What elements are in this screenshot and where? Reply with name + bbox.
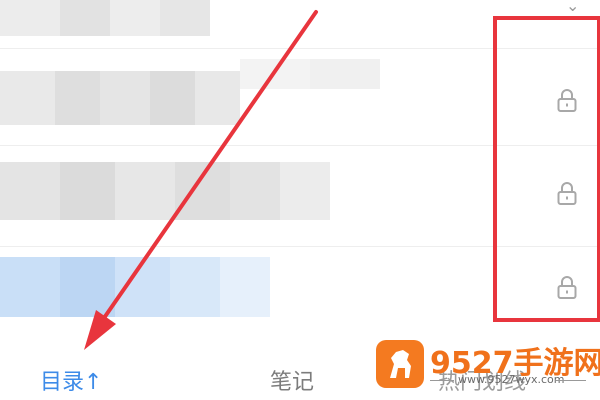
- blurred-chapter-title: [0, 257, 270, 317]
- tab-table-of-contents[interactable]: 目录↑: [40, 370, 102, 396]
- blurred-chapter-meta: [240, 59, 380, 89]
- blurred-chapter-title: [0, 0, 210, 36]
- horse-logo-icon: [376, 340, 424, 388]
- tab-notes[interactable]: 笔记: [270, 370, 314, 396]
- blurred-chapter-title: [0, 71, 240, 125]
- divider: [430, 380, 454, 381]
- divider: [556, 380, 586, 381]
- blurred-chapter-title: [0, 162, 330, 220]
- watermark: 9527手游网 www.9527wyx.com: [376, 340, 600, 388]
- watermark-url: www.9527wyx.com: [458, 373, 565, 386]
- lock-highlight-annotation: [493, 16, 600, 322]
